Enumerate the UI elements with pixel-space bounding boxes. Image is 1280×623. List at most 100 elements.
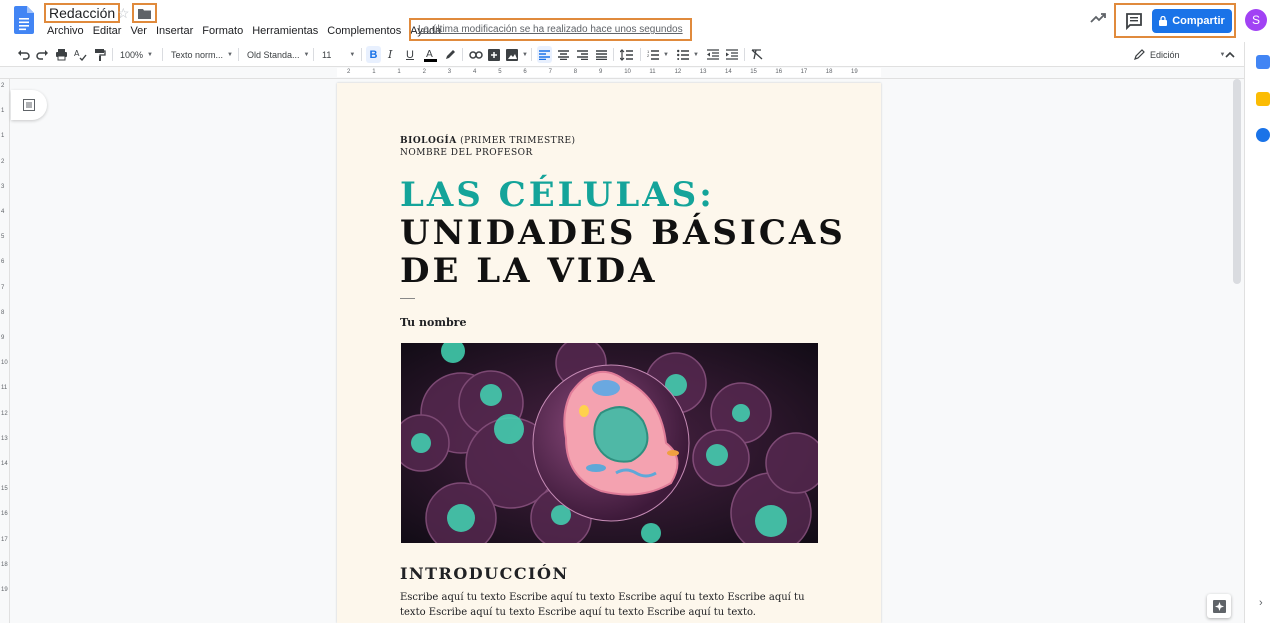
toolbar-divider bbox=[112, 48, 113, 61]
document-page[interactable]: BIOLOGÍA (PRIMER TRIMESTRE) NOMBRE DEL P… bbox=[337, 83, 881, 623]
bold-button[interactable]: B bbox=[366, 46, 381, 63]
ruler-tick-label: 2 bbox=[347, 69, 351, 75]
cell-illustration[interactable] bbox=[401, 343, 818, 543]
expand-panel-icon[interactable]: › bbox=[1259, 597, 1263, 609]
undo-icon[interactable] bbox=[17, 46, 30, 63]
trend-icon[interactable] bbox=[1090, 12, 1106, 24]
toolbar-divider bbox=[462, 48, 463, 61]
menu-bar: Archivo Editar Ver Insertar Formato Herr… bbox=[47, 25, 441, 37]
toolbar-divider bbox=[744, 48, 745, 61]
paragraph-style-select[interactable]: Texto norm... ▼ bbox=[171, 46, 233, 63]
menu-formato[interactable]: Formato bbox=[202, 25, 243, 37]
ruler-tick-label: 19 bbox=[851, 69, 858, 75]
keep-icon[interactable] bbox=[1256, 92, 1270, 106]
text-color-icon[interactable]: A bbox=[424, 46, 437, 63]
menu-herramientas[interactable]: Herramientas bbox=[252, 25, 318, 37]
align-left-icon[interactable] bbox=[537, 46, 552, 63]
font-size-value: 11 bbox=[322, 49, 332, 60]
chevron-down-icon: ▼ bbox=[303, 51, 310, 58]
editing-mode-select[interactable]: Edición ▼ bbox=[1134, 46, 1225, 63]
toolbar-divider bbox=[238, 48, 239, 61]
justify-icon[interactable] bbox=[596, 46, 607, 63]
font-select[interactable]: Old Standa... ▼ bbox=[247, 46, 310, 63]
comment-add-icon[interactable] bbox=[488, 46, 500, 63]
pencil-icon bbox=[1134, 49, 1145, 60]
toolbar-divider bbox=[613, 48, 614, 61]
document-outline-button[interactable] bbox=[11, 90, 47, 120]
zoom-select[interactable]: 100% ▼ bbox=[120, 46, 153, 63]
page-title-line-2: UNIDADES BÁSICAS bbox=[400, 213, 846, 253]
menu-archivo[interactable]: Archivo bbox=[47, 25, 84, 37]
vertical-scrollbar[interactable] bbox=[1233, 79, 1241, 284]
menu-editar[interactable]: Editar bbox=[93, 25, 122, 37]
align-center-icon[interactable] bbox=[558, 46, 569, 63]
share-button[interactable]: Compartir bbox=[1152, 9, 1232, 33]
zoom-value: 100% bbox=[120, 49, 144, 60]
vruler-tick-label: 5 bbox=[1, 234, 5, 241]
explore-icon bbox=[1212, 599, 1226, 613]
ruler-tick-label: 1 bbox=[397, 69, 401, 75]
vruler-tick-label: 17 bbox=[1, 536, 8, 543]
line-spacing-icon[interactable] bbox=[620, 46, 633, 63]
vruler-tick-label: 2 bbox=[1, 158, 5, 165]
ruler-tick-label: 3 bbox=[447, 69, 452, 75]
vruler-tick-label: 8 bbox=[1, 309, 5, 316]
editing-mode-label: Edición bbox=[1150, 49, 1180, 60]
collapse-toolbar-icon[interactable] bbox=[1225, 46, 1235, 63]
toolbar-divider bbox=[162, 48, 163, 61]
ruler-tick-label: 5 bbox=[498, 69, 502, 75]
author-name: Tu nombre bbox=[400, 316, 467, 329]
explore-button[interactable] bbox=[1207, 594, 1231, 618]
vruler-tick-label: 1 bbox=[1, 108, 5, 115]
share-button-label: Compartir bbox=[1172, 15, 1225, 27]
link-icon[interactable] bbox=[469, 46, 483, 63]
ruler-tick-label: 7 bbox=[548, 69, 552, 75]
chevron-down-icon: ▼ bbox=[693, 51, 699, 58]
indent-increase-icon[interactable] bbox=[726, 46, 738, 63]
vruler-tick-label: 14 bbox=[1, 461, 8, 467]
ruler-tick-label: 2 bbox=[422, 69, 426, 75]
chevron-down-icon: ▼ bbox=[147, 51, 153, 58]
clear-format-icon[interactable] bbox=[751, 46, 763, 63]
menu-ver[interactable]: Ver bbox=[130, 25, 147, 37]
vruler-tick-label: 4 bbox=[1, 209, 5, 215]
ruler-tick-label: 14 bbox=[725, 69, 732, 75]
menu-insertar[interactable]: Insertar bbox=[156, 25, 193, 37]
paint-format-icon[interactable] bbox=[93, 46, 106, 63]
calendar-icon[interactable] bbox=[1256, 55, 1270, 69]
spellcheck-icon[interactable]: A bbox=[74, 46, 87, 63]
redo-icon[interactable] bbox=[36, 46, 49, 63]
highlight-icon[interactable] bbox=[444, 46, 456, 63]
comment-icon[interactable] bbox=[1124, 11, 1144, 31]
vruler-tick-label: 3 bbox=[1, 183, 5, 190]
vruler-tick-label: 1 bbox=[1, 133, 5, 140]
docs-icon[interactable] bbox=[14, 6, 34, 34]
move-folder-button[interactable] bbox=[132, 3, 157, 23]
svg-text:2: 2 bbox=[647, 53, 650, 58]
print-icon[interactable] bbox=[55, 46, 68, 63]
ruler-tick-label: 10 bbox=[624, 69, 631, 75]
vertical-ruler: 2 1 1 2 3 4 5 6 7 8 9 10 11 12 13 14 15 16 17 18 19 bbox=[0, 79, 10, 623]
italic-button[interactable]: I bbox=[388, 46, 392, 63]
ruler-scale: 2 1 1 2 3 4 5 6 7 8 9 10 11 12 13 14 15 16 17 18 19 bbox=[337, 68, 881, 77]
vruler-tick-label: 10 bbox=[1, 360, 8, 367]
tasks-icon[interactable] bbox=[1256, 128, 1270, 142]
formatting-toolbar: A 100% ▼ Texto norm... ▼ Old Standa... ▼ 11… bbox=[0, 42, 1244, 67]
font-size-select[interactable]: 11 ▼ bbox=[322, 46, 355, 63]
star-icon[interactable]: ☆ bbox=[117, 5, 130, 22]
vruler-tick-label: 12 bbox=[1, 410, 8, 417]
bulleted-list-icon[interactable]: ▼ bbox=[677, 46, 699, 63]
document-title-input[interactable]: Redacción bbox=[44, 3, 121, 23]
chevron-down-icon: ▼ bbox=[227, 51, 233, 58]
image-icon[interactable]: ▼ bbox=[506, 46, 528, 63]
underline-button[interactable]: U bbox=[406, 46, 414, 63]
last-modified-link[interactable]: La última modificación se ha realizado h… bbox=[409, 18, 692, 41]
avatar[interactable]: S bbox=[1245, 9, 1267, 31]
toolbar-divider bbox=[640, 48, 641, 61]
menu-complementos[interactable]: Complementos bbox=[327, 25, 401, 37]
align-right-icon[interactable] bbox=[577, 46, 588, 63]
teacher-name: NOMBRE DEL PROFESOR bbox=[400, 148, 533, 158]
numbered-list-icon[interactable]: 1 2 ▼ bbox=[647, 46, 669, 63]
vruler-tick-label: 19 bbox=[1, 587, 8, 593]
indent-decrease-icon[interactable] bbox=[707, 46, 719, 63]
